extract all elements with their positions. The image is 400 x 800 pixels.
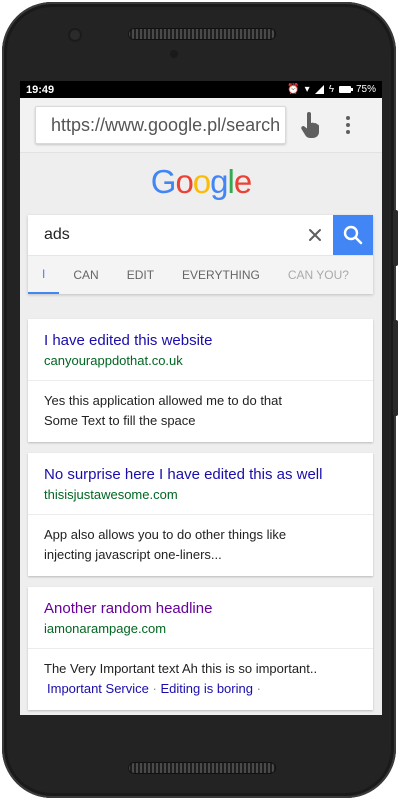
url-text: https://www.google.pl/search [51, 114, 281, 135]
search-row [28, 215, 373, 256]
result-header: I have edited this website canyourappdot… [28, 319, 373, 381]
search-input[interactable] [28, 215, 297, 255]
status-time: 19:49 [26, 83, 55, 96]
status-bar: 19:49 ⏰ ▾ ϟ 75% [20, 81, 382, 98]
charging-icon: ϟ [328, 84, 334, 95]
result-url: thisisjustawesome.com [44, 487, 178, 502]
search-icon [343, 225, 363, 245]
browser-toolbar: https://www.google.pl/search [20, 98, 382, 153]
phone-frame: 19:49 ⏰ ▾ ϟ 75% https://www.google.pl/se… [2, 2, 398, 798]
result-url: iamonarampage.com [44, 621, 167, 636]
sitelink[interactable]: Editing is boring [160, 681, 253, 696]
search-button[interactable] [333, 215, 373, 255]
proximity-sensor [170, 50, 178, 58]
logo-letter: G [150, 163, 177, 200]
alarm-icon: ⏰ [287, 84, 300, 95]
bottom-speaker [128, 762, 276, 774]
front-camera [68, 28, 82, 42]
volume-button [393, 320, 398, 416]
search-box: I CAN EDIT EVERYTHING CAN YOU? [28, 215, 373, 294]
signal-icon [314, 85, 324, 94]
result-title[interactable]: I have edited this website [44, 331, 357, 351]
power-button [393, 210, 398, 266]
tab-can[interactable]: CAN [59, 256, 112, 294]
search-result: Another random headline iamonarampage.co… [28, 587, 373, 710]
google-logo[interactable]: Google [20, 153, 382, 200]
result-title[interactable]: Another random headline [44, 599, 357, 619]
page-content: Google ads I CAN EDIT EVERYTHING CAN YOU… [20, 153, 382, 715]
tab-everything[interactable]: EVERYTHING [168, 256, 274, 294]
battery-icon [338, 86, 353, 93]
clear-icon[interactable] [297, 215, 333, 255]
result-snippet: Yes this application allowed me to do th… [28, 381, 373, 442]
result-snippet: The Very Important text Ah this is so im… [28, 649, 373, 710]
touch-icon[interactable] [296, 109, 324, 141]
result-snippet: App also allows you to do other things l… [28, 515, 373, 576]
sitelink[interactable]: Important Service [47, 681, 149, 696]
battery-percent: 75% [355, 84, 376, 95]
logo-letter: o [175, 163, 193, 200]
tab-edit[interactable]: EDIT [113, 256, 168, 294]
snippet-line: injecting javascript one-liners... [44, 547, 222, 562]
status-icons: ⏰ ▾ ϟ 75% [287, 84, 376, 95]
screen: 19:49 ⏰ ▾ ϟ 75% https://www.google.pl/se… [20, 81, 382, 715]
result-header: Another random headline iamonarampage.co… [28, 587, 373, 649]
tab-i[interactable]: I [28, 256, 60, 294]
logo-letter: e [233, 163, 252, 200]
result-header: No surprise here I have edited this as w… [28, 453, 373, 515]
url-bar[interactable]: https://www.google.pl/search [35, 106, 286, 144]
snippet-line: Yes this application allowed me to do th… [44, 393, 283, 408]
search-result: No surprise here I have edited this as w… [28, 453, 373, 576]
wifi-icon: ▾ [304, 84, 310, 95]
logo-letter: g [210, 163, 228, 200]
snippet-line: App also allows you to do other things l… [44, 527, 287, 542]
sitelink-separator: · [256, 681, 261, 696]
result-url: canyourappdothat.co.uk [44, 353, 183, 368]
search-result: I have edited this website canyourappdot… [28, 319, 373, 442]
overflow-menu-icon[interactable] [334, 109, 362, 141]
sitelinks: Important Service · Editing is boring · [44, 679, 357, 699]
result-title[interactable]: No surprise here I have edited this as w… [44, 465, 357, 485]
snippet-line: The Very Important text Ah this is so im… [44, 661, 318, 676]
snippet-line: Some Text to fill the space [44, 413, 196, 428]
search-tabs: I CAN EDIT EVERYTHING CAN YOU? [28, 256, 373, 294]
earpiece-speaker [128, 28, 276, 40]
tab-can-you[interactable]: CAN YOU? [274, 256, 363, 294]
logo-letter: o [192, 163, 211, 200]
